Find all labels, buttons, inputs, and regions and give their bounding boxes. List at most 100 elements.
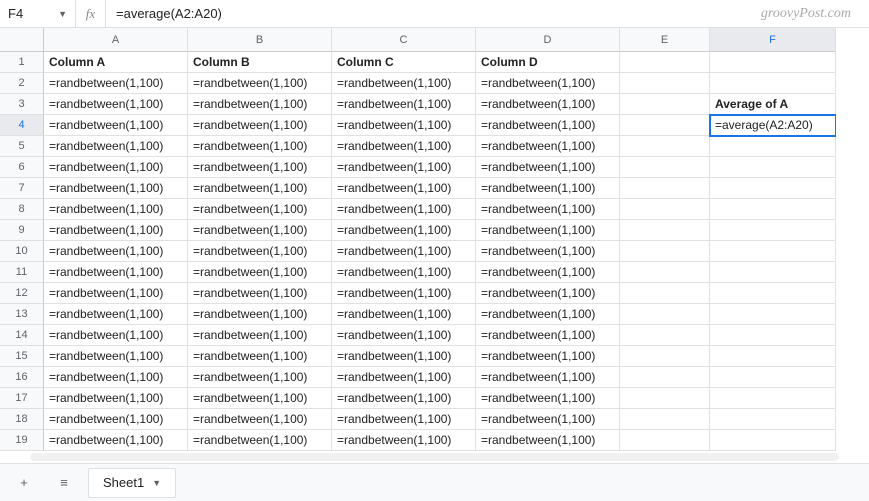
cell-B4[interactable]: =randbetween(1,100) bbox=[188, 115, 332, 136]
cell-A2[interactable]: =randbetween(1,100) bbox=[44, 73, 188, 94]
cell-F1[interactable] bbox=[710, 52, 836, 73]
cell-B12[interactable]: =randbetween(1,100) bbox=[188, 283, 332, 304]
cell-C13[interactable]: =randbetween(1,100) bbox=[332, 304, 476, 325]
cell-C9[interactable]: =randbetween(1,100) bbox=[332, 220, 476, 241]
row-header-10[interactable]: 10 bbox=[0, 241, 44, 262]
cell-C7[interactable]: =randbetween(1,100) bbox=[332, 178, 476, 199]
cell-F16[interactable] bbox=[710, 367, 836, 388]
cell-E3[interactable] bbox=[620, 94, 710, 115]
cell-C3[interactable]: =randbetween(1,100) bbox=[332, 94, 476, 115]
cell-C16[interactable]: =randbetween(1,100) bbox=[332, 367, 476, 388]
cell-C2[interactable]: =randbetween(1,100) bbox=[332, 73, 476, 94]
cell-C8[interactable]: =randbetween(1,100) bbox=[332, 199, 476, 220]
cell-A6[interactable]: =randbetween(1,100) bbox=[44, 157, 188, 178]
column-header-F[interactable]: F bbox=[710, 28, 836, 52]
cell-F4[interactable]: =average(A2:A20) bbox=[710, 115, 836, 136]
row-header-9[interactable]: 9 bbox=[0, 220, 44, 241]
sheet-tab[interactable]: Sheet1 ▼ bbox=[88, 468, 176, 498]
row-header-14[interactable]: 14 bbox=[0, 325, 44, 346]
cell-F10[interactable] bbox=[710, 241, 836, 262]
cell-A9[interactable]: =randbetween(1,100) bbox=[44, 220, 188, 241]
cell-A19[interactable]: =randbetween(1,100) bbox=[44, 430, 188, 451]
cell-C6[interactable]: =randbetween(1,100) bbox=[332, 157, 476, 178]
column-header-D[interactable]: D bbox=[476, 28, 620, 52]
column-header-C[interactable]: C bbox=[332, 28, 476, 52]
row-header-18[interactable]: 18 bbox=[0, 409, 44, 430]
cell-A13[interactable]: =randbetween(1,100) bbox=[44, 304, 188, 325]
cell-C18[interactable]: =randbetween(1,100) bbox=[332, 409, 476, 430]
select-all-corner[interactable] bbox=[0, 28, 44, 52]
cell-F11[interactable] bbox=[710, 262, 836, 283]
row-header-2[interactable]: 2 bbox=[0, 73, 44, 94]
cell-F18[interactable] bbox=[710, 409, 836, 430]
cell-F2[interactable] bbox=[710, 73, 836, 94]
cell-D11[interactable]: =randbetween(1,100) bbox=[476, 262, 620, 283]
cell-B2[interactable]: =randbetween(1,100) bbox=[188, 73, 332, 94]
cell-C4[interactable]: =randbetween(1,100) bbox=[332, 115, 476, 136]
cell-B11[interactable]: =randbetween(1,100) bbox=[188, 262, 332, 283]
column-header-B[interactable]: B bbox=[188, 28, 332, 52]
cell-C5[interactable]: =randbetween(1,100) bbox=[332, 136, 476, 157]
cell-E14[interactable] bbox=[620, 325, 710, 346]
row-header-17[interactable]: 17 bbox=[0, 388, 44, 409]
cell-D3[interactable]: =randbetween(1,100) bbox=[476, 94, 620, 115]
cell-E13[interactable] bbox=[620, 304, 710, 325]
cell-E8[interactable] bbox=[620, 199, 710, 220]
cell-F13[interactable] bbox=[710, 304, 836, 325]
row-header-19[interactable]: 19 bbox=[0, 430, 44, 451]
cell-F3[interactable]: Average of A bbox=[710, 94, 836, 115]
cell-C12[interactable]: =randbetween(1,100) bbox=[332, 283, 476, 304]
row-header-8[interactable]: 8 bbox=[0, 199, 44, 220]
cell-B1[interactable]: Column B bbox=[188, 52, 332, 73]
cell-F8[interactable] bbox=[710, 199, 836, 220]
cell-A18[interactable]: =randbetween(1,100) bbox=[44, 409, 188, 430]
cell-F17[interactable] bbox=[710, 388, 836, 409]
row-header-12[interactable]: 12 bbox=[0, 283, 44, 304]
cell-A8[interactable]: =randbetween(1,100) bbox=[44, 199, 188, 220]
horizontal-scrollbar[interactable] bbox=[30, 453, 839, 461]
row-header-5[interactable]: 5 bbox=[0, 136, 44, 157]
name-box[interactable]: F4 ▼ bbox=[0, 0, 76, 27]
cell-B6[interactable]: =randbetween(1,100) bbox=[188, 157, 332, 178]
cell-A11[interactable]: =randbetween(1,100) bbox=[44, 262, 188, 283]
cell-D5[interactable]: =randbetween(1,100) bbox=[476, 136, 620, 157]
cell-D9[interactable]: =randbetween(1,100) bbox=[476, 220, 620, 241]
cell-C11[interactable]: =randbetween(1,100) bbox=[332, 262, 476, 283]
add-sheet-button[interactable]: + bbox=[8, 469, 40, 497]
cell-B14[interactable]: =randbetween(1,100) bbox=[188, 325, 332, 346]
cell-D18[interactable]: =randbetween(1,100) bbox=[476, 409, 620, 430]
cell-F12[interactable] bbox=[710, 283, 836, 304]
cell-B5[interactable]: =randbetween(1,100) bbox=[188, 136, 332, 157]
cell-A16[interactable]: =randbetween(1,100) bbox=[44, 367, 188, 388]
cell-B19[interactable]: =randbetween(1,100) bbox=[188, 430, 332, 451]
row-header-16[interactable]: 16 bbox=[0, 367, 44, 388]
cell-B10[interactable]: =randbetween(1,100) bbox=[188, 241, 332, 262]
cell-B15[interactable]: =randbetween(1,100) bbox=[188, 346, 332, 367]
cell-C17[interactable]: =randbetween(1,100) bbox=[332, 388, 476, 409]
all-sheets-button[interactable]: ≡ bbox=[48, 469, 80, 497]
row-header-3[interactable]: 3 bbox=[0, 94, 44, 115]
row-header-1[interactable]: 1 bbox=[0, 52, 44, 73]
cell-A4[interactable]: =randbetween(1,100) bbox=[44, 115, 188, 136]
cell-C19[interactable]: =randbetween(1,100) bbox=[332, 430, 476, 451]
cell-E12[interactable] bbox=[620, 283, 710, 304]
cell-A3[interactable]: =randbetween(1,100) bbox=[44, 94, 188, 115]
cell-C10[interactable]: =randbetween(1,100) bbox=[332, 241, 476, 262]
cell-E15[interactable] bbox=[620, 346, 710, 367]
cell-E2[interactable] bbox=[620, 73, 710, 94]
cell-E4[interactable] bbox=[620, 115, 710, 136]
row-header-4[interactable]: 4 bbox=[0, 115, 44, 136]
cell-E1[interactable] bbox=[620, 52, 710, 73]
cell-D17[interactable]: =randbetween(1,100) bbox=[476, 388, 620, 409]
cell-A7[interactable]: =randbetween(1,100) bbox=[44, 178, 188, 199]
cell-D19[interactable]: =randbetween(1,100) bbox=[476, 430, 620, 451]
cell-E6[interactable] bbox=[620, 157, 710, 178]
cell-E9[interactable] bbox=[620, 220, 710, 241]
cell-A1[interactable]: Column A bbox=[44, 52, 188, 73]
cell-B7[interactable]: =randbetween(1,100) bbox=[188, 178, 332, 199]
cell-D2[interactable]: =randbetween(1,100) bbox=[476, 73, 620, 94]
cell-E11[interactable] bbox=[620, 262, 710, 283]
cell-B18[interactable]: =randbetween(1,100) bbox=[188, 409, 332, 430]
cell-E10[interactable] bbox=[620, 241, 710, 262]
cell-F9[interactable] bbox=[710, 220, 836, 241]
